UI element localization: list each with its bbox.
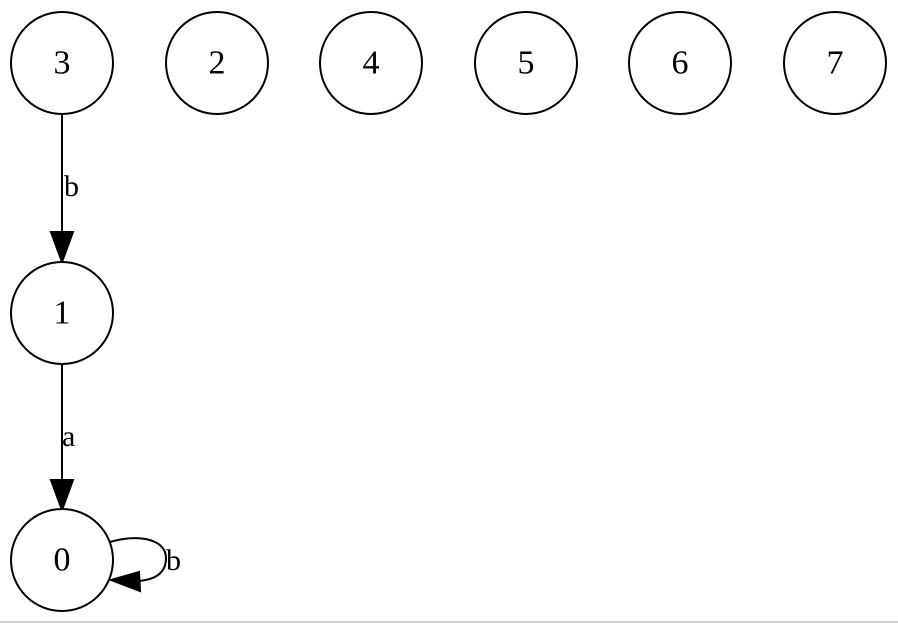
node-4-label: 4 [363,45,380,82]
edge-1-to-0: a [49,364,75,513]
edge-1-to-0-arrowhead [49,479,75,513]
edge-0-self-loop: b [107,537,181,593]
edge-3-to-1-label: b [64,170,79,203]
edge-0-self-loop-arrowhead [107,570,142,593]
edge-1-to-0-label: a [62,420,75,453]
state-graph: b a b 3 2 4 5 6 7 1 0 [10,11,887,612]
node-2-label: 2 [209,45,226,82]
node-3-label: 3 [54,45,71,82]
node-5-label: 5 [518,45,535,82]
node-0-label: 0 [54,542,71,579]
node-1-label: 1 [54,295,71,332]
node-6: 6 [628,11,732,115]
node-0: 0 [10,508,114,612]
node-1: 1 [10,261,114,365]
node-5: 5 [474,11,578,115]
node-7: 7 [783,11,887,115]
node-4: 4 [319,11,423,115]
node-3: 3 [10,11,114,115]
node-6-label: 6 [672,45,689,82]
bottom-divider [0,621,898,623]
node-2: 2 [165,11,269,115]
edge-3-to-1-arrowhead [49,231,75,265]
node-7-label: 7 [827,45,844,82]
edge-3-to-1: b [49,115,79,265]
edge-0-self-loop-label: b [166,544,181,577]
